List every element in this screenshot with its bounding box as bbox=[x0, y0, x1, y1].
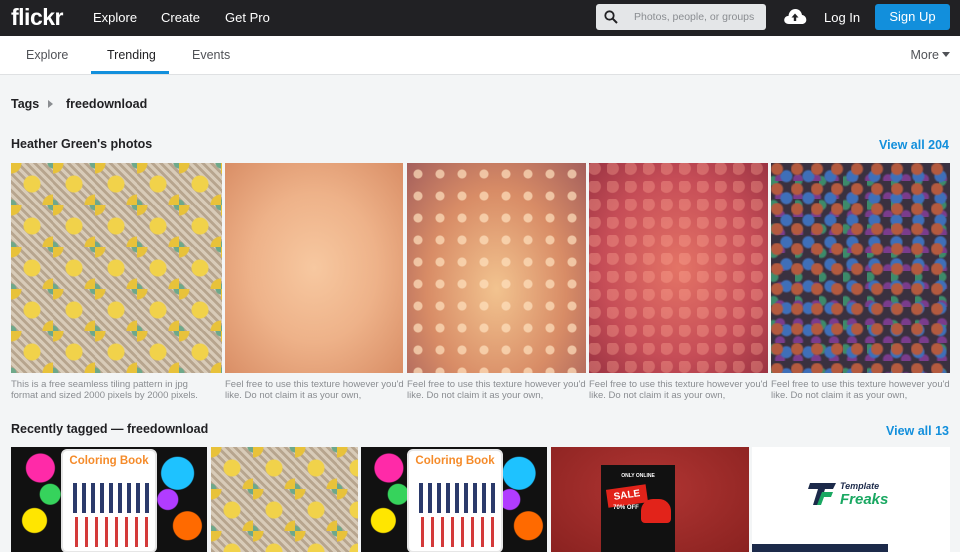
logo-text-template: Template bbox=[840, 481, 880, 491]
photo-caption: Feel free to use this texture however yo… bbox=[225, 379, 404, 401]
section-title-photos[interactable]: Heather Green's photos bbox=[11, 137, 152, 151]
photo-thumbnail[interactable] bbox=[771, 163, 950, 373]
active-tab-indicator bbox=[91, 71, 169, 74]
signup-button[interactable]: Sign Up bbox=[875, 4, 950, 30]
cloud-upload-icon[interactable] bbox=[783, 7, 807, 25]
template-freaks-logo-icon bbox=[808, 483, 836, 505]
photo-caption: Feel free to use this texture however yo… bbox=[407, 379, 586, 401]
search-box[interactable] bbox=[596, 4, 766, 30]
discount-label: 70% OFF bbox=[613, 505, 639, 511]
image-footer-bar bbox=[752, 544, 888, 552]
login-link[interactable]: Log In bbox=[824, 10, 860, 25]
book-title: Coloring Book bbox=[69, 455, 149, 467]
photo-thumbnail[interactable] bbox=[589, 163, 768, 373]
view-all-recent-link[interactable]: View all 13 bbox=[886, 424, 949, 438]
sub-navigation: Explore Trending Events More bbox=[0, 36, 960, 75]
photo-thumbnail[interactable]: ONLY ONLINE SALE 70% OFF bbox=[551, 447, 749, 552]
section-title-recently-tagged[interactable]: Recently tagged — freedownload bbox=[11, 422, 208, 436]
search-icon[interactable] bbox=[604, 10, 618, 24]
nav-explore[interactable]: Explore bbox=[93, 10, 137, 25]
breadcrumb-current-tag: freedownload bbox=[66, 97, 148, 111]
breadcrumb-tags[interactable]: Tags bbox=[11, 97, 39, 111]
poster-tagline: ONLY ONLINE bbox=[621, 473, 655, 479]
people-illustration bbox=[419, 473, 495, 551]
sale-poster: ONLY ONLINE SALE 70% OFF bbox=[601, 465, 675, 552]
shoe-image bbox=[641, 499, 671, 523]
photo-thumbnail[interactable] bbox=[407, 163, 586, 373]
nav-get-pro[interactable]: Get Pro bbox=[225, 10, 270, 25]
photo-thumbnail[interactable]: Coloring Book bbox=[11, 447, 207, 552]
photo-thumbnail[interactable] bbox=[225, 163, 403, 373]
book-title: Coloring Book bbox=[415, 455, 495, 467]
nav-create[interactable]: Create bbox=[161, 10, 200, 25]
tab-explore[interactable]: Explore bbox=[26, 48, 68, 62]
logo-text-freaks: Freaks bbox=[840, 491, 889, 508]
coloring-book-cover: Coloring Book bbox=[61, 449, 157, 552]
caret-down-icon bbox=[942, 52, 950, 58]
search-input[interactable] bbox=[626, 4, 764, 30]
view-all-photos-link[interactable]: View all 204 bbox=[879, 138, 949, 152]
tab-trending[interactable]: Trending bbox=[107, 48, 156, 62]
top-bar: flickr Explore Create Get Pro Log In Sig… bbox=[0, 0, 960, 36]
more-menu[interactable]: More bbox=[911, 48, 950, 62]
coloring-book-cover: Coloring Book bbox=[407, 449, 503, 552]
photo-caption: Feel free to use this texture however yo… bbox=[771, 379, 950, 401]
more-label: More bbox=[910, 48, 939, 62]
photo-caption: Feel free to use this texture however yo… bbox=[589, 379, 768, 401]
photo-thumbnail[interactable]: Template Freaks bbox=[752, 447, 950, 552]
photo-caption: This is a free seamless tiling pattern i… bbox=[11, 379, 198, 401]
photo-thumbnail[interactable]: Coloring Book bbox=[361, 447, 547, 552]
photo-thumbnail[interactable] bbox=[211, 447, 358, 552]
photo-thumbnail[interactable] bbox=[11, 163, 222, 373]
tab-events[interactable]: Events bbox=[192, 48, 230, 62]
flickr-logo[interactable]: flickr bbox=[11, 4, 63, 31]
people-illustration bbox=[73, 473, 149, 551]
chevron-right-icon bbox=[48, 100, 53, 108]
